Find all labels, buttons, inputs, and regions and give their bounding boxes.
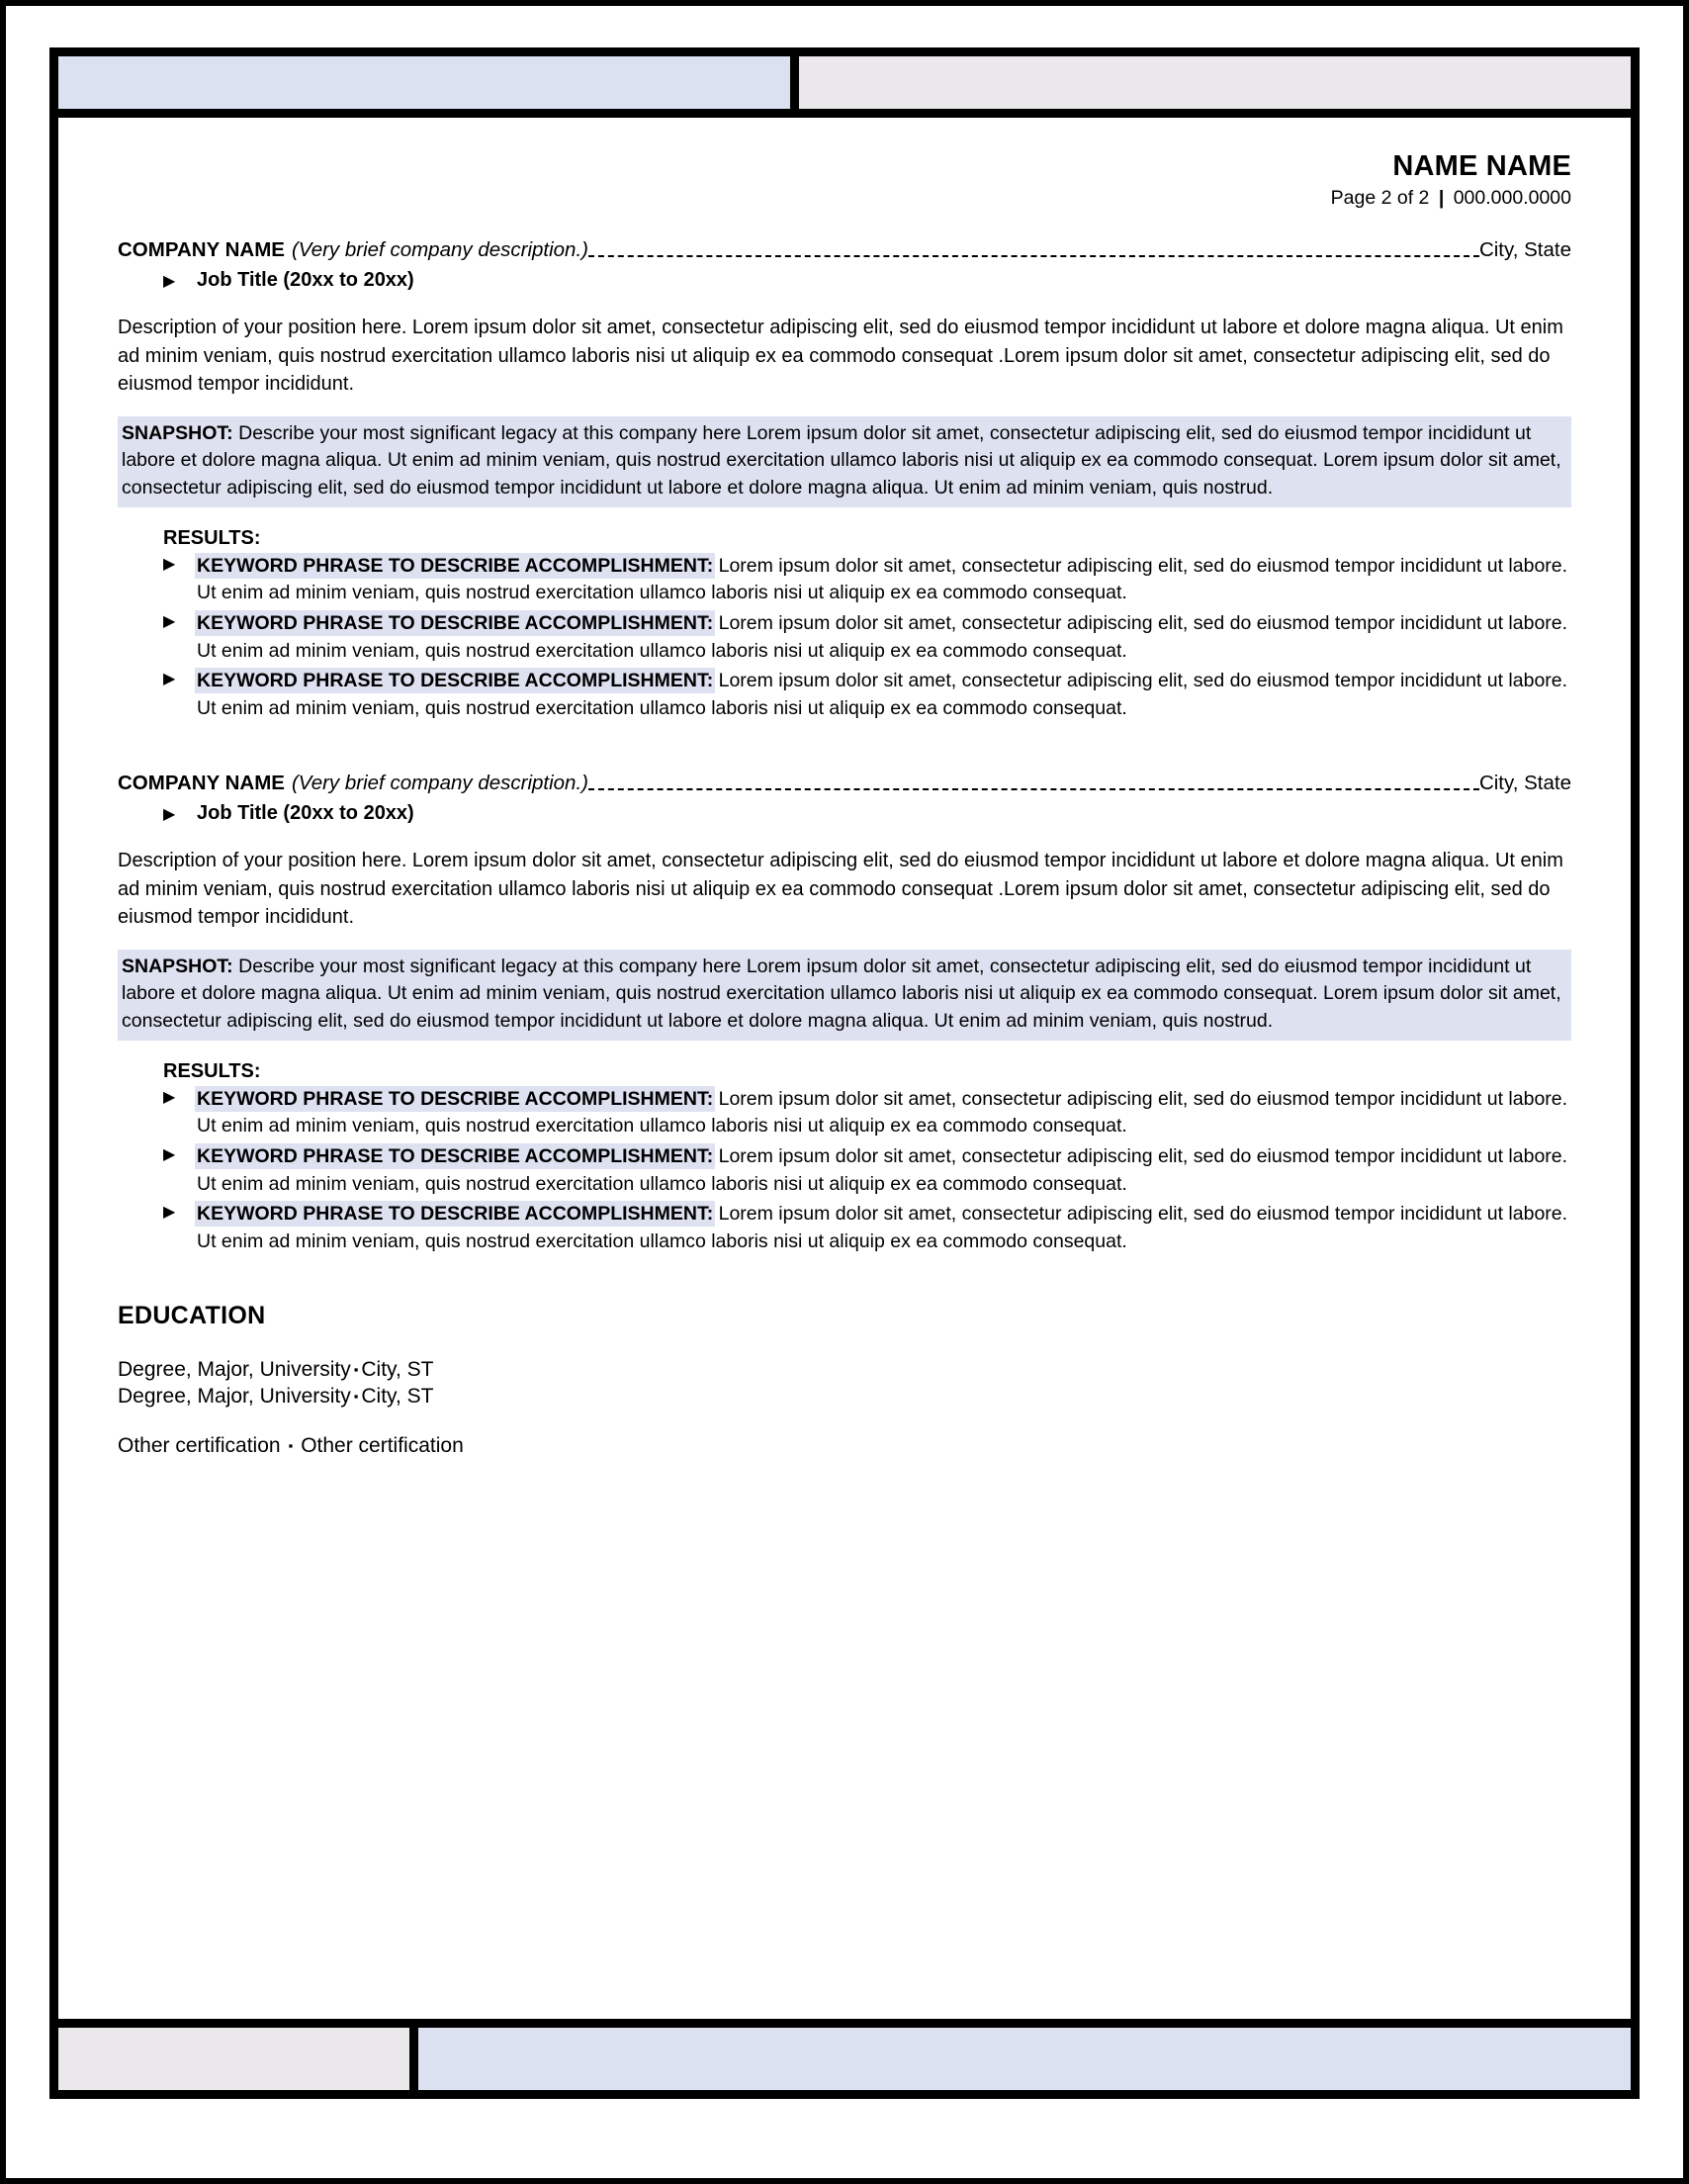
dashed-leader-line	[587, 787, 1479, 791]
snapshot-block: SNAPSHOT: Describe your most significant…	[118, 415, 1571, 507]
snapshot-text: Describe your most significant legacy at…	[122, 955, 1561, 1032]
company-description: (Very brief company description.)	[291, 237, 588, 261]
resume-page: NAME NAME Page 2 of 2 | 000.000.0000 COM…	[0, 0, 1689, 2184]
experience-block: COMPANY NAME (Very brief company descrip…	[118, 237, 1571, 723]
certification-line: Other certification ▪ Other certification	[118, 1432, 1571, 1460]
triangle-bullet-icon: ▶	[163, 1204, 176, 1222]
header-decorative-bars	[58, 56, 1631, 118]
education-degree: Degree, Major, University	[118, 1357, 351, 1381]
result-keyword: KEYWORD PHRASE TO DESCRIBE ACCOMPLISHMEN…	[197, 1203, 714, 1226]
result-body: KEYWORD PHRASE TO DESCRIBE ACCOMPLISHMEN…	[197, 1201, 1571, 1255]
education-degree: Degree, Major, University	[118, 1385, 351, 1409]
page-indicator: Page 2 of 2	[1330, 187, 1430, 210]
job-title-row: ▶ Job Title (20xx to 20xx)	[163, 269, 1571, 292]
result-keyword: KEYWORD PHRASE TO DESCRIBE ACCOMPLISHMEN…	[197, 554, 714, 577]
result-keyword: KEYWORD PHRASE TO DESCRIBE ACCOMPLISHMEN…	[197, 1144, 714, 1167]
page-meta: Page 2 of 2 | 000.000.0000	[118, 185, 1571, 211]
education-section: EDUCATION Degree, Major, University ▪ City…	[118, 1302, 1571, 1460]
triangle-bullet-icon: ▶	[163, 555, 176, 573]
result-keyword: KEYWORD PHRASE TO DESCRIBE ACCOMPLISHMEN…	[197, 1087, 714, 1110]
position-description: Description of your position here. Lorem…	[118, 850, 1563, 929]
certification-item: Other certification	[118, 1434, 281, 1458]
result-item: ▶ KEYWORD PHRASE TO DESCRIBE ACCOMPLISHM…	[163, 610, 1571, 665]
meta-separator: |	[1438, 187, 1445, 210]
candidate-name: NAME NAME	[1392, 150, 1571, 182]
square-bullet-icon: ▪	[288, 1438, 294, 1454]
education-location: City, ST	[361, 1357, 434, 1381]
result-item: ▶ KEYWORD PHRASE TO DESCRIBE ACCOMPLISHM…	[163, 553, 1571, 607]
company-description: (Very brief company description.)	[291, 771, 588, 794]
footer-bar-blue	[418, 2028, 1631, 2090]
result-item: ▶ KEYWORD PHRASE TO DESCRIBE ACCOMPLISHM…	[163, 1201, 1571, 1255]
results-heading: RESULTS:	[163, 526, 261, 549]
experience-block: COMPANY NAME (Very brief company descrip…	[118, 771, 1571, 1256]
document-content: NAME NAME Page 2 of 2 | 000.000.0000 COM…	[58, 118, 1631, 2019]
education-location: City, ST	[361, 1385, 434, 1409]
result-body: KEYWORD PHRASE TO DESCRIBE ACCOMPLISHMEN…	[197, 1143, 1571, 1198]
triangle-bullet-icon: ▶	[163, 612, 176, 630]
results-heading: RESULTS:	[163, 1059, 261, 1082]
result-item: ▶ KEYWORD PHRASE TO DESCRIBE ACCOMPLISHM…	[163, 668, 1571, 722]
job-title-row: ▶ Job Title (20xx to 20xx)	[163, 802, 1571, 825]
result-body: KEYWORD PHRASE TO DESCRIBE ACCOMPLISHMEN…	[197, 553, 1571, 607]
result-body: KEYWORD PHRASE TO DESCRIBE ACCOMPLISHMEN…	[197, 610, 1571, 665]
result-item: ▶ KEYWORD PHRASE TO DESCRIBE ACCOMPLISHM…	[163, 1086, 1571, 1140]
company-header-row: COMPANY NAME (Very brief company descrip…	[118, 237, 1571, 263]
result-keyword: KEYWORD PHRASE TO DESCRIBE ACCOMPLISHMEN…	[197, 670, 714, 692]
document-frame: NAME NAME Page 2 of 2 | 000.000.0000 COM…	[49, 47, 1640, 2099]
education-entry-list: Degree, Major, University ▪ City, ST Degre…	[118, 1356, 1571, 1410]
triangle-bullet-icon: ▶	[163, 806, 176, 824]
phone-number: 000.000.0000	[1453, 187, 1571, 210]
result-keyword: KEYWORD PHRASE TO DESCRIBE ACCOMPLISHMEN…	[197, 611, 714, 634]
footer-decorative-bars	[58, 2019, 1631, 2090]
header-bar-blue	[58, 56, 799, 109]
company-name: COMPANY NAME	[118, 771, 285, 794]
education-section-title: EDUCATION	[118, 1301, 266, 1329]
square-bullet-icon: ▪	[353, 1389, 359, 1405]
company-header-row: COMPANY NAME (Very brief company descrip…	[118, 771, 1571, 796]
certification-item: Other certification	[301, 1434, 464, 1458]
triangle-bullet-icon: ▶	[163, 1088, 176, 1106]
position-description: Description of your position here. Lorem…	[118, 317, 1563, 396]
snapshot-block: SNAPSHOT: Describe your most significant…	[118, 949, 1571, 1041]
company-location: City, State	[1478, 771, 1571, 794]
result-body: KEYWORD PHRASE TO DESCRIBE ACCOMPLISHMEN…	[197, 1086, 1571, 1140]
snapshot-label: SNAPSHOT:	[122, 421, 233, 444]
header-bar-gray	[799, 56, 1631, 109]
result-item: ▶ KEYWORD PHRASE TO DESCRIBE ACCOMPLISHM…	[163, 1143, 1571, 1198]
triangle-bullet-icon: ▶	[163, 671, 176, 688]
triangle-bullet-icon: ▶	[163, 273, 176, 291]
job-title: Job Title (20xx to 20xx)	[197, 802, 414, 825]
company-name: COMPANY NAME	[118, 237, 285, 261]
education-entry: Degree, Major, University ▪ City, ST	[118, 1356, 1571, 1384]
company-location: City, State	[1478, 237, 1571, 261]
result-body: KEYWORD PHRASE TO DESCRIBE ACCOMPLISHMEN…	[197, 668, 1571, 722]
square-bullet-icon: ▪	[353, 1361, 359, 1377]
footer-bar-gray	[58, 2028, 418, 2090]
education-entry: Degree, Major, University ▪ City, ST	[118, 1383, 1571, 1410]
dashed-leader-line	[587, 254, 1479, 258]
page-header: NAME NAME Page 2 of 2 | 000.000.0000	[118, 151, 1571, 212]
job-title: Job Title (20xx to 20xx)	[197, 269, 414, 292]
snapshot-text: Describe your most significant legacy at…	[122, 421, 1561, 499]
snapshot-label: SNAPSHOT:	[122, 955, 233, 977]
triangle-bullet-icon: ▶	[163, 1145, 176, 1163]
